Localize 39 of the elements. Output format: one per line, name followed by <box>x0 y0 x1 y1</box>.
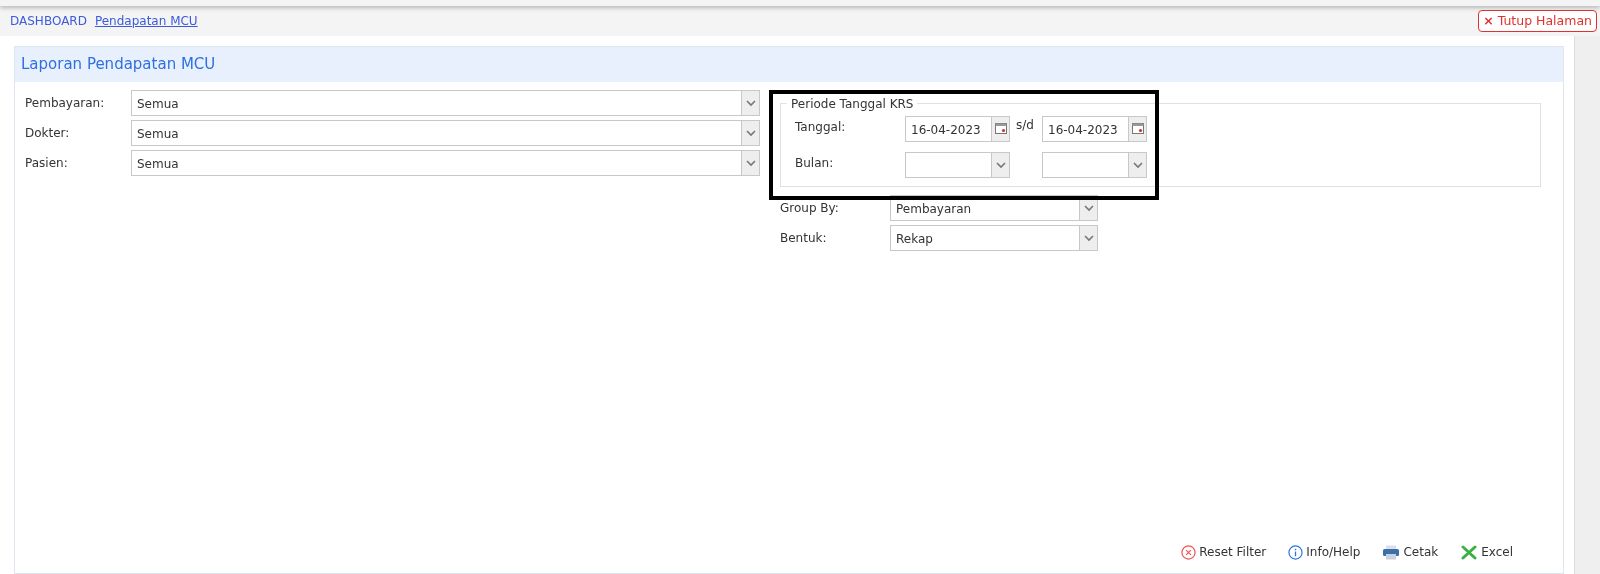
fieldset-legend: Periode Tanggal KRS <box>787 97 918 110</box>
field-label: Tanggal: <box>795 118 847 136</box>
calendar-icon <box>994 123 1007 134</box>
panel-title: Laporan Pendapatan MCU <box>15 47 1563 82</box>
print-button[interactable]: Cetak <box>1382 543 1439 561</box>
field-label: Pembayaran: <box>25 94 106 112</box>
help-button[interactable]: Info/Help <box>1288 543 1361 561</box>
reset-filter-button[interactable]: Reset Filter <box>1181 543 1267 561</box>
date-field[interactable]: 16-04-2023 <box>905 115 1010 142</box>
range-separator: s/d <box>1015 116 1035 134</box>
close-page-button[interactable]: × Tutup Halaman <box>1478 9 1597 33</box>
date-field[interactable]: 16-04-2023 <box>1042 115 1147 142</box>
dropdown[interactable]: Rekap <box>890 224 1098 251</box>
breadcrumb-link[interactable]: Pendapatan MCU <box>94 12 198 30</box>
excel-button[interactable]: Excel <box>1460 543 1513 561</box>
dropdown[interactable] <box>905 151 1010 178</box>
field-label: Bulan: <box>795 154 835 172</box>
dropdown[interactable]: Semua <box>131 149 760 176</box>
field-label: Dokter: <box>25 124 71 142</box>
chevron-down-icon <box>1083 233 1094 242</box>
reset-icon <box>1181 544 1197 560</box>
info-icon <box>1288 544 1304 560</box>
chevron-down-icon <box>1083 203 1094 212</box>
chevron-down-icon <box>745 158 756 167</box>
field-label: Bentuk: <box>780 229 828 247</box>
field-label: Group By: <box>780 199 840 217</box>
chevron-down-icon <box>745 98 756 107</box>
chevron-down-icon <box>995 160 1006 169</box>
field-label: Pasien: <box>25 154 69 172</box>
dropdown[interactable] <box>1042 151 1147 178</box>
dropdown[interactable]: Semua <box>131 89 760 116</box>
scrollbar[interactable] <box>1574 36 1600 574</box>
printer-icon <box>1382 544 1401 560</box>
dropdown[interactable]: Semua <box>131 119 760 146</box>
chevron-down-icon <box>1132 160 1143 169</box>
calendar-icon <box>1131 123 1144 134</box>
breadcrumb-link[interactable]: DASHBOARD <box>10 12 87 30</box>
chevron-down-icon <box>745 128 756 137</box>
spreadsheet-icon <box>1460 544 1479 560</box>
